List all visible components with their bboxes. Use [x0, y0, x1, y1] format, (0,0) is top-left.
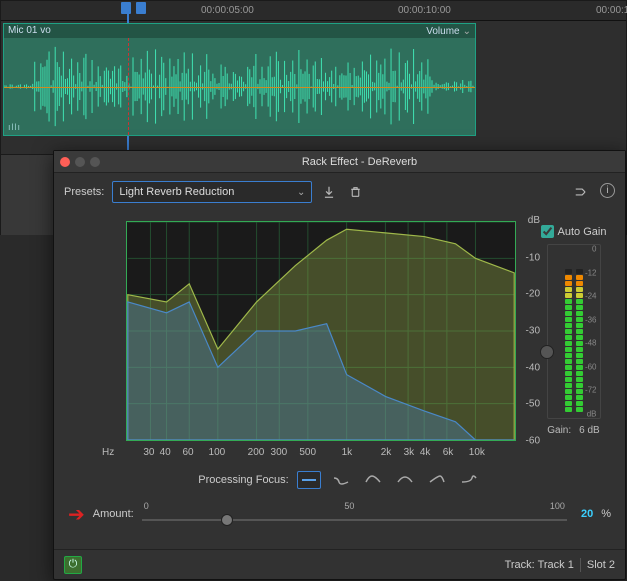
x-tick: 1k: [342, 447, 353, 458]
meter-tick: dB: [587, 410, 597, 419]
amount-label: Amount:: [93, 508, 134, 520]
track-label[interactable]: Track: Track 1: [505, 559, 574, 571]
x-tick: 100: [209, 447, 226, 458]
x-tick: 40: [160, 447, 171, 458]
preset-value: Light Reverb Reduction: [119, 186, 234, 198]
out-marker[interactable]: [136, 2, 146, 14]
ruler-tick: 00:00:05:00: [201, 5, 254, 16]
gain-value: 6 dB: [579, 425, 600, 436]
meter-tick: -60: [585, 362, 597, 371]
chevron-down-icon: ⌄: [297, 187, 305, 198]
auto-gain-label: Auto Gain: [558, 226, 607, 238]
level-icon: ıllı: [8, 122, 21, 132]
slot-label[interactable]: Slot 2: [587, 559, 615, 571]
processing-focus-label: Processing Focus:: [198, 474, 288, 486]
delete-preset-icon[interactable]: [346, 183, 364, 201]
x-tick: 200: [248, 447, 265, 458]
save-preset-icon[interactable]: [320, 183, 338, 201]
audio-clip[interactable]: Mic 01 vo Volume ⌄ ıllı: [3, 23, 476, 136]
x-tick: 300: [271, 447, 288, 458]
ruler-tick: 00:00:15:00: [596, 5, 627, 16]
y-tick: -60: [526, 436, 540, 447]
slider-tick: 50: [344, 501, 354, 511]
focus-lowmid-button[interactable]: [361, 471, 385, 489]
meter-tick: -72: [585, 386, 597, 395]
focus-flat-button[interactable]: [297, 471, 321, 489]
waveform: [4, 38, 475, 135]
x-tick: 10k: [469, 447, 485, 458]
zoom-icon[interactable]: [90, 157, 100, 167]
routing-icon[interactable]: [572, 183, 590, 201]
timeline-panel: 29.97 fps 00:00:05:0000:00:10:0000:00:15…: [0, 0, 627, 155]
x-tick: 4k: [420, 447, 431, 458]
close-icon[interactable]: [60, 157, 70, 167]
auto-gain-input[interactable]: [541, 225, 554, 238]
gain-label: Gain:: [547, 425, 571, 436]
preset-dropdown[interactable]: Light Reverb Reduction ⌄: [112, 181, 312, 203]
window-controls[interactable]: [60, 157, 100, 167]
meter-tick: 0: [592, 245, 596, 254]
ruler-tick: 00:00:10:00: [398, 5, 451, 16]
x-tick: 6k: [443, 447, 454, 458]
gain-knob[interactable]: [540, 345, 554, 359]
focus-high-button[interactable]: [457, 471, 481, 489]
x-tick: 2k: [381, 447, 392, 458]
time-ruler[interactable]: 00:00:05:00 00:00:10:00 00:00:15:00: [1, 1, 626, 21]
panel-title: Rack Effect - DeReverb: [100, 156, 619, 168]
dereverb-panel: Rack Effect - DeReverb Presets: Light Re…: [53, 150, 626, 580]
meter-tick: -48: [585, 339, 597, 348]
x-tick: 500: [299, 447, 316, 458]
x-axis-unit: Hz: [102, 447, 114, 458]
x-tick: 3k: [404, 447, 415, 458]
chevron-down-icon[interactable]: ⌄: [463, 26, 471, 37]
auto-gain-checkbox[interactable]: Auto Gain: [541, 225, 607, 238]
meter-tick: -36: [585, 315, 597, 324]
meter-tick: -24: [585, 292, 597, 301]
amount-unit: %: [601, 508, 611, 520]
clip-param-label: Volume: [426, 26, 459, 37]
meter-tick: -12: [585, 268, 597, 277]
amount-slider[interactable]: 0 50 100: [142, 501, 567, 527]
info-icon[interactable]: i: [600, 183, 615, 198]
minimize-icon[interactable]: [75, 157, 85, 167]
amount-value[interactable]: 20: [581, 508, 593, 520]
slider-tick: 100: [550, 501, 565, 511]
panel-titlebar[interactable]: Rack Effect - DeReverb: [54, 151, 625, 173]
gain-meter: 0 -12 -24 -36 -48 -60 -72 dB: [547, 244, 601, 419]
x-tick: 60: [182, 447, 193, 458]
callout-arrow-icon: ➔: [68, 502, 85, 527]
power-button[interactable]: ⏻: [64, 556, 82, 574]
spectrum-chart: dB Hz -10-20-30-40-50-60 304060100200300…: [126, 221, 516, 441]
focus-low-button[interactable]: [329, 471, 353, 489]
presets-label: Presets:: [64, 186, 104, 198]
clip-name: Mic 01 vo: [8, 25, 51, 37]
slider-tick: 0: [144, 501, 149, 511]
in-marker[interactable]: [121, 2, 131, 14]
focus-mid-button[interactable]: [393, 471, 417, 489]
slider-thumb[interactable]: [221, 514, 233, 526]
x-tick: 30: [143, 447, 154, 458]
playhead-line: [128, 38, 129, 135]
focus-highmid-button[interactable]: [425, 471, 449, 489]
